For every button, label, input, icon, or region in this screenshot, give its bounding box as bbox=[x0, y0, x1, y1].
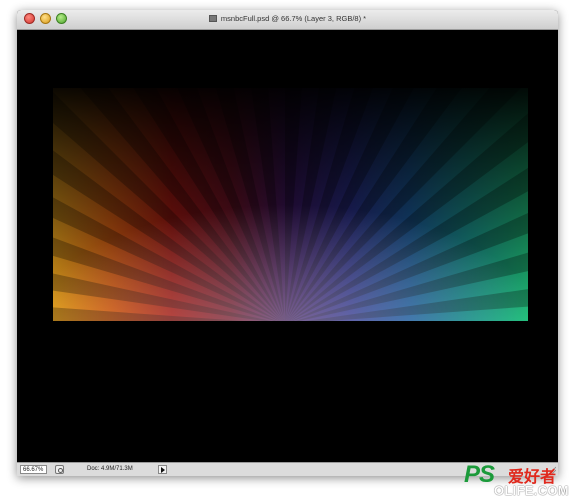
center-glow bbox=[53, 88, 528, 321]
document-info: Doc: 4.9M/71.3M bbox=[87, 466, 133, 472]
watermark-logo: PS bbox=[464, 461, 495, 488]
rainbow-ray-artwork bbox=[53, 88, 528, 321]
rainbow-rays-graphic bbox=[53, 88, 528, 321]
window-title: msnbcFull.psd @ 66.7% (Layer 3, RGB/8) * bbox=[220, 14, 367, 23]
zoom-level-field[interactable]: 66.67% bbox=[20, 465, 47, 474]
canvas-area[interactable] bbox=[17, 30, 558, 462]
document-window: msnbcFull.psd @ 66.7% (Layer 3, RGB/8) * bbox=[17, 10, 558, 476]
watermark-domain: OLIFE.COM bbox=[494, 483, 569, 498]
window-title-container: msnbcFull.psd @ 66.7% (Layer 3, RGB/8) * bbox=[17, 14, 558, 23]
status-menu-arrow-icon[interactable] bbox=[158, 465, 167, 474]
navigator-icon[interactable] bbox=[55, 465, 64, 474]
site-watermark: PS 爱好者 OLIFE.COM bbox=[464, 462, 580, 502]
document-icon bbox=[208, 15, 217, 22]
title-bar[interactable]: msnbcFull.psd @ 66.7% (Layer 3, RGB/8) * bbox=[17, 10, 558, 30]
